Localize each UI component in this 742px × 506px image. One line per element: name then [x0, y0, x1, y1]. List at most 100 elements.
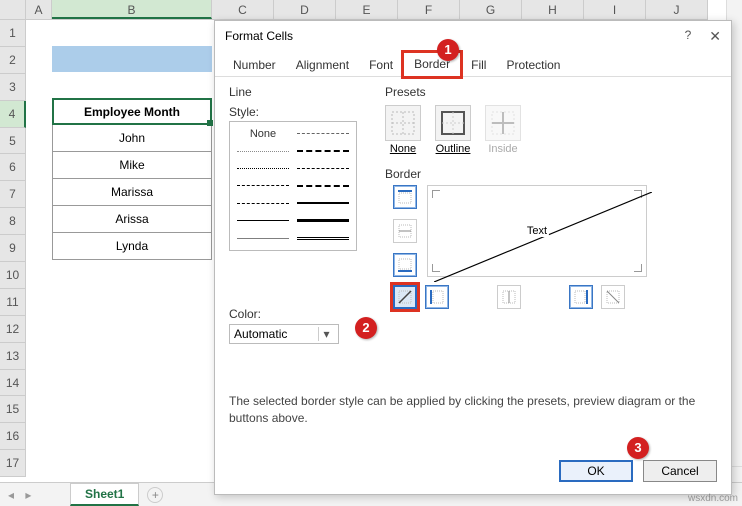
row-17[interactable]: 17 [0, 450, 26, 477]
style-swatch[interactable] [294, 231, 352, 246]
table-row[interactable]: Lynda [52, 233, 212, 260]
line-section-label: Line [229, 85, 252, 99]
table-row[interactable]: Marissa [52, 179, 212, 206]
ok-button[interactable]: OK [559, 460, 633, 482]
tab-number[interactable]: Number [223, 54, 286, 76]
row-9[interactable]: 9 [0, 235, 26, 262]
diagonal-line-icon [434, 192, 652, 282]
col-C[interactable]: C [212, 0, 274, 19]
column-headers: A B C D E F G H I J [0, 0, 708, 20]
tab-alignment[interactable]: Alignment [286, 54, 359, 76]
col-H[interactable]: H [522, 0, 584, 19]
style-swatch[interactable] [234, 161, 292, 176]
table-row[interactable]: Mike [52, 152, 212, 179]
style-swatch[interactable] [294, 126, 352, 141]
style-swatch[interactable] [234, 213, 292, 228]
style-list: None [229, 121, 357, 251]
border-diag-up-button[interactable] [393, 285, 417, 309]
callout-1: 1 [437, 39, 459, 61]
row-2[interactable]: 2 [0, 47, 26, 74]
col-I[interactable]: I [584, 0, 646, 19]
preset-outline-label: Outline [436, 143, 471, 155]
callout-2: 2 [355, 317, 377, 339]
dialog-buttons: OK Cancel [559, 460, 717, 482]
cancel-button[interactable]: Cancel [643, 460, 717, 482]
line-style-group: Style: None [229, 105, 373, 251]
preset-none-button[interactable] [385, 105, 421, 141]
sheet-tab[interactable]: Sheet1 [70, 483, 139, 506]
border-left-button[interactable] [425, 285, 449, 309]
border-top-button[interactable] [393, 185, 417, 209]
preview-text: Text [525, 225, 549, 237]
color-value: Automatic [234, 327, 287, 341]
border-mid-h-button[interactable] [393, 219, 417, 243]
add-sheet-button[interactable]: + [147, 487, 163, 503]
tab-protection[interactable]: Protection [496, 54, 570, 76]
row-15[interactable]: 15 [0, 396, 26, 423]
preset-none-label: None [390, 143, 416, 155]
row-5[interactable]: 5 [0, 128, 26, 155]
row-12[interactable]: 12 [0, 316, 26, 343]
col-F[interactable]: F [398, 0, 460, 19]
row-6[interactable]: 6 [0, 154, 26, 181]
style-swatch[interactable] [294, 213, 352, 228]
tab-fill[interactable]: Fill [461, 54, 496, 76]
style-none[interactable]: None [234, 126, 292, 141]
style-swatch[interactable] [294, 161, 352, 176]
style-swatch[interactable] [234, 178, 292, 193]
row-13[interactable]: 13 [0, 343, 26, 370]
tab-font[interactable]: Font [359, 54, 403, 76]
col-G[interactable]: G [460, 0, 522, 19]
col-A[interactable]: A [26, 0, 52, 19]
row-14[interactable]: 14 [0, 370, 26, 397]
row-3[interactable]: 3 [0, 74, 26, 101]
dialog-tabs: Number Alignment Font Border Fill Protec… [215, 51, 731, 77]
watermark: wsxdn.com [688, 493, 738, 504]
format-cells-dialog: Format Cells ? ✕ Number Alignment Font B… [214, 20, 732, 495]
row-10[interactable]: 10 [0, 262, 26, 289]
style-swatch[interactable] [294, 143, 352, 158]
col-B[interactable]: B [52, 0, 212, 19]
data-table: Employee Month John Mike Marissa Arissa … [52, 98, 212, 260]
row-7[interactable]: 7 [0, 181, 26, 208]
style-swatch[interactable] [234, 231, 292, 246]
row-11[interactable]: 11 [0, 289, 26, 316]
row-8[interactable]: 8 [0, 208, 26, 235]
style-swatch[interactable] [294, 196, 352, 211]
preset-inside-button[interactable] [485, 105, 521, 141]
color-dropdown[interactable]: Automatic ▾ [229, 324, 339, 344]
select-all-corner[interactable] [0, 0, 26, 19]
border-mid-v-button[interactable] [497, 285, 521, 309]
color-label: Color: [229, 307, 339, 321]
style-swatch[interactable] [294, 178, 352, 193]
border-diag-down-button[interactable] [601, 285, 625, 309]
col-J[interactable]: J [646, 0, 708, 19]
table-header[interactable]: Employee Month [52, 98, 212, 125]
row-16[interactable]: 16 [0, 423, 26, 450]
col-D[interactable]: D [274, 0, 336, 19]
table-row[interactable]: John [52, 125, 212, 152]
close-icon[interactable]: ✕ [709, 28, 721, 45]
sheet-nav-arrows[interactable]: ◂ ▸ [8, 488, 35, 502]
dialog-title: Format Cells [225, 29, 293, 43]
hint-text: The selected border style can be applied… [229, 393, 717, 427]
dialog-body: Line Style: None Color: [215, 77, 731, 448]
color-group: Color: Automatic ▾ [229, 307, 339, 344]
border-bottom-button[interactable] [393, 253, 417, 277]
row-1[interactable]: 1 [0, 20, 26, 47]
row-4[interactable]: 4 [0, 101, 26, 128]
preset-outline-button[interactable] [435, 105, 471, 141]
border-right-button[interactable] [569, 285, 593, 309]
border-label: Border [385, 167, 421, 181]
help-icon[interactable]: ? [685, 28, 692, 45]
col-E[interactable]: E [336, 0, 398, 19]
style-swatch[interactable] [234, 196, 292, 211]
merged-title-cell[interactable] [52, 46, 212, 72]
dialog-titlebar[interactable]: Format Cells ? ✕ [215, 21, 731, 51]
border-preview[interactable]: Text [427, 185, 647, 277]
presets-group: Presets None Outline [385, 85, 521, 155]
table-row[interactable]: Arissa [52, 206, 212, 233]
style-swatch[interactable] [234, 143, 292, 158]
border-group: Border Text [385, 167, 421, 183]
presets-label: Presets [385, 85, 521, 99]
